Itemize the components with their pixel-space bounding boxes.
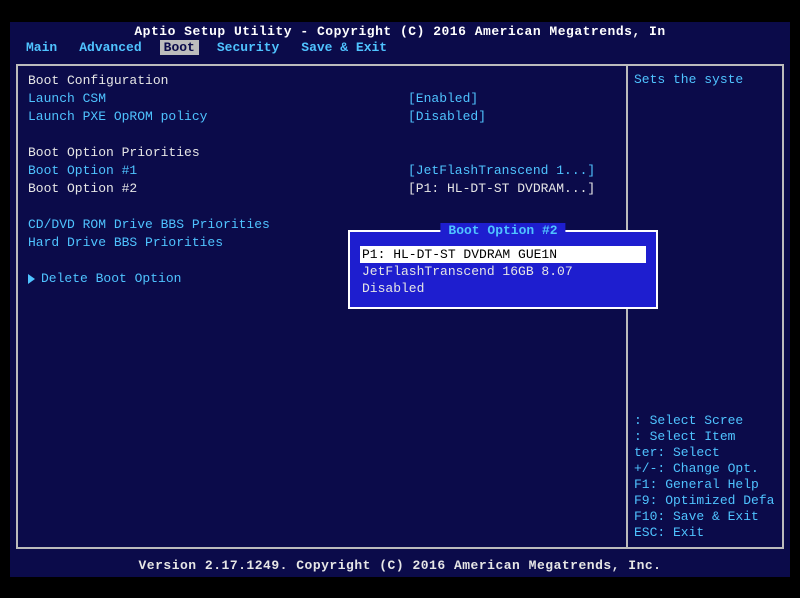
help-key-7: ESC: Exit bbox=[634, 525, 776, 541]
popup-opt-disabled[interactable]: Disabled bbox=[360, 280, 646, 297]
title-bar: Aptio Setup Utility - Copyright (C) 2016… bbox=[10, 22, 790, 40]
menu-save-exit[interactable]: Save & Exit bbox=[297, 40, 391, 55]
opt-launch-pxe-label[interactable]: Launch PXE OpROM policy bbox=[28, 108, 408, 126]
menu-boot[interactable]: Boot bbox=[160, 40, 199, 55]
help-context: Sets the syste bbox=[634, 72, 776, 88]
main-frame: Boot Configuration Launch CSM [Enabled] … bbox=[16, 64, 784, 549]
boot-option-1-label[interactable]: Boot Option #1 bbox=[28, 162, 408, 180]
opt-launch-csm-label[interactable]: Launch CSM bbox=[28, 90, 408, 108]
help-keys: : Select Scree : Select Item ter: Select… bbox=[634, 413, 776, 541]
boot-option-2-value: [P1: HL-DT-ST DVDRAM...] bbox=[408, 180, 595, 198]
section-boot-config: Boot Configuration bbox=[28, 72, 408, 90]
popup-boot-option-2: Boot Option #2 P1: HL-DT-ST DVDRAM GUE1N… bbox=[348, 230, 658, 309]
popup-opt-dvdram[interactable]: P1: HL-DT-ST DVDRAM GUE1N bbox=[360, 246, 646, 263]
popup-title: Boot Option #2 bbox=[440, 223, 565, 238]
popup-opt-jetflash[interactable]: JetFlashTranscend 16GB 8.07 bbox=[360, 263, 646, 280]
help-key-5: F9: Optimized Defa bbox=[634, 493, 776, 509]
help-key-4: F1: General Help bbox=[634, 477, 776, 493]
delete-boot-option[interactable]: Delete Boot Option bbox=[41, 270, 181, 288]
menu-security[interactable]: Security bbox=[213, 40, 283, 55]
help-key-2: ter: Select bbox=[634, 445, 776, 461]
opt-launch-pxe-value: [Disabled] bbox=[408, 108, 486, 126]
footer-version: Version 2.17.1249. Copyright (C) 2016 Am… bbox=[16, 558, 784, 573]
boot-option-1-value: [JetFlashTranscend 1...] bbox=[408, 162, 595, 180]
left-pane: Boot Configuration Launch CSM [Enabled] … bbox=[18, 66, 626, 547]
bios-screen: Aptio Setup Utility - Copyright (C) 2016… bbox=[10, 22, 790, 577]
section-boot-priorities: Boot Option Priorities bbox=[28, 144, 408, 162]
opt-launch-csm-value: [Enabled] bbox=[408, 90, 478, 108]
menu-bar: Main Advanced Boot Security Save & Exit bbox=[10, 40, 790, 57]
menu-main[interactable]: Main bbox=[22, 40, 61, 55]
boot-option-2-label[interactable]: Boot Option #2 bbox=[28, 180, 408, 198]
help-key-1: : Select Item bbox=[634, 429, 776, 445]
help-key-3: +/-: Change Opt. bbox=[634, 461, 776, 477]
help-key-6: F10: Save & Exit bbox=[634, 509, 776, 525]
submenu-arrow-icon bbox=[28, 270, 41, 288]
menu-advanced[interactable]: Advanced bbox=[75, 40, 145, 55]
help-key-0: : Select Scree bbox=[634, 413, 776, 429]
